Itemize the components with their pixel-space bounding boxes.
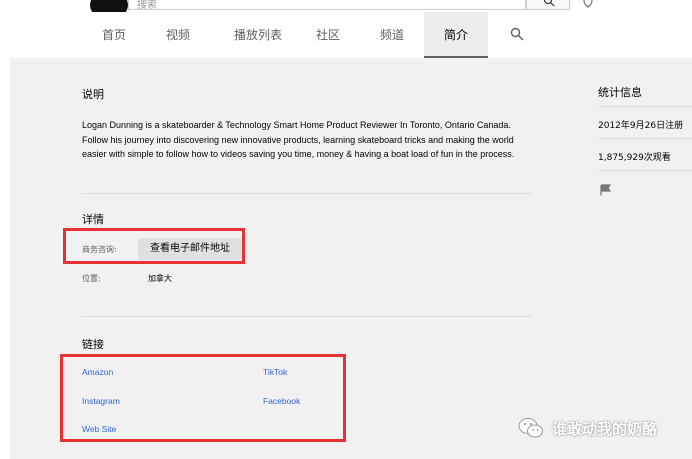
divider xyxy=(82,316,532,317)
location-value: 加拿大 xyxy=(148,274,172,283)
details-title: 详情 xyxy=(82,213,104,226)
report-flag-icon[interactable] xyxy=(600,184,612,196)
stats-title: 统计信息 xyxy=(598,86,642,99)
joined-date: 2012年9月26日注册 xyxy=(598,121,684,131)
stats-divider xyxy=(598,170,692,171)
links-title: 链接 xyxy=(82,338,104,351)
search-placeholder: 搜索 xyxy=(137,0,157,11)
channel-description: Logan Dunning is a skateboarder & Techno… xyxy=(82,120,515,159)
location-label: 位置: xyxy=(82,274,101,283)
channel-search-icon[interactable] xyxy=(510,27,524,41)
search-button[interactable] xyxy=(526,0,570,10)
channel-tabs: 首页 视频 播放列表 社区 频道 简介 xyxy=(10,12,692,58)
watermark-text: 谁敢动我的奶酪 xyxy=(552,419,658,438)
divider xyxy=(82,193,532,194)
masthead: 搜索 xyxy=(0,0,692,20)
tab-community[interactable]: 社区 xyxy=(302,12,354,58)
view-count: 1,875,929次观看 xyxy=(598,153,671,163)
search-icon xyxy=(543,0,555,7)
tab-about[interactable]: 简介 xyxy=(424,12,488,58)
highlight-links-box xyxy=(60,354,346,442)
stats-divider xyxy=(598,106,692,107)
watermark: 谁敢动我的奶酪 xyxy=(518,414,657,442)
tab-playlists[interactable]: 播放列表 xyxy=(222,12,294,58)
highlight-email-box xyxy=(63,228,245,264)
search-input[interactable]: 搜索 xyxy=(128,0,526,11)
tab-videos[interactable]: 视频 xyxy=(152,12,204,58)
wechat-logo-icon xyxy=(518,418,543,438)
stats-divider xyxy=(598,138,692,139)
tab-home[interactable]: 首页 xyxy=(88,12,140,58)
location-pin-icon[interactable] xyxy=(582,0,594,8)
tab-channels[interactable]: 频道 xyxy=(366,12,418,58)
description-title: 说明 xyxy=(82,88,104,101)
